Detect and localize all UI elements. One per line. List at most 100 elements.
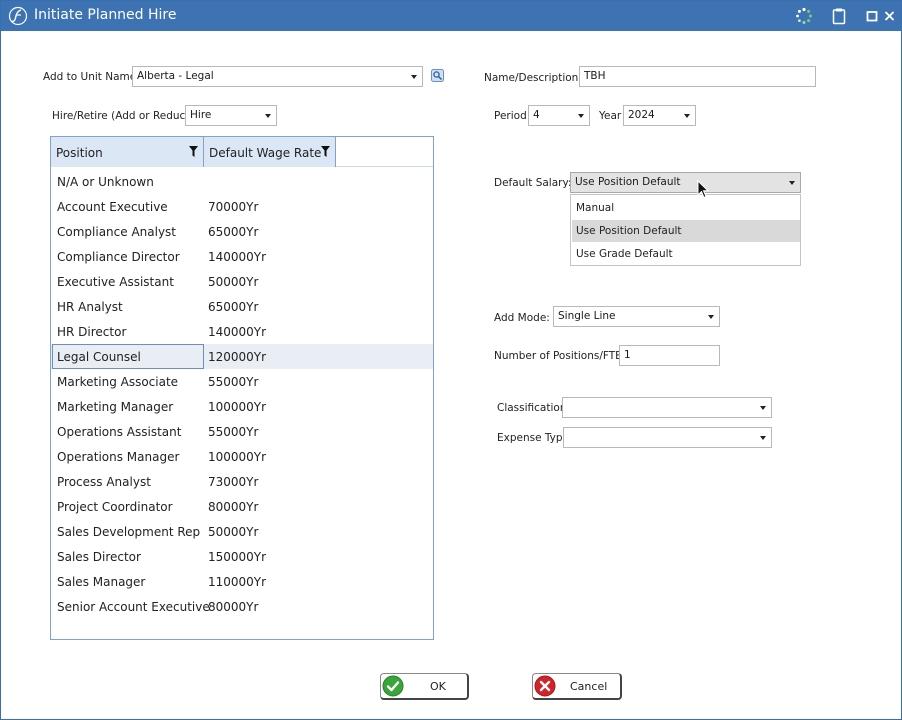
cell-position: Legal Counsel <box>57 350 141 364</box>
table-row[interactable]: Process Analyst 73000Yr <box>51 469 433 494</box>
column-header-position[interactable]: Position <box>51 137 204 167</box>
grid-header: Position Default Wage Rate <box>51 137 433 167</box>
table-row[interactable]: Operations Manager 100000Yr <box>51 444 433 469</box>
add-mode-label: Add Mode: <box>494 312 550 324</box>
chevron-down-icon <box>760 436 766 440</box>
name-description-label: Name/Description: <box>484 72 582 84</box>
add-mode-value: Single Line <box>558 310 616 322</box>
name-description-value: TBH <box>584 70 606 82</box>
cancel-button[interactable]: Cancel <box>532 673 622 700</box>
cell-position: Compliance Director <box>57 250 180 264</box>
cell-wage-rate: 140000Yr <box>208 325 267 339</box>
cell-wage-rate: 100000Yr <box>208 450 267 464</box>
table-row[interactable]: Executive Assistant 50000Yr <box>51 269 433 294</box>
classification-label: Classification <box>497 402 567 414</box>
dialog-window: Initiate Planned Hire Add to Unit Name A… <box>0 0 902 720</box>
position-grid: Position Default Wage Rate N/A or Unknow… <box>50 136 434 640</box>
cancel-button-label: Cancel <box>570 680 608 693</box>
cell-wage-rate: 120000Yr <box>208 350 267 364</box>
table-row[interactable]: Account Executive 70000Yr <box>51 194 433 219</box>
lookup-icon[interactable] <box>431 69 444 82</box>
period-label: Period <box>494 110 527 122</box>
app-logo-icon <box>8 6 28 26</box>
table-row[interactable]: Compliance Analyst 65000Yr <box>51 219 433 244</box>
table-row[interactable]: HR Director 140000Yr <box>51 319 433 344</box>
table-row[interactable]: Sales Manager 110000Yr <box>51 569 433 594</box>
checkmark-icon <box>382 675 404 697</box>
filter-icon[interactable] <box>189 146 198 157</box>
chevron-down-icon <box>578 114 584 118</box>
column-header-wage-rate[interactable]: Default Wage Rate <box>204 137 336 167</box>
chevron-down-icon <box>265 114 271 118</box>
year-value: 2024 <box>628 109 655 121</box>
table-row[interactable]: Project Coordinator 80000Yr <box>51 494 433 519</box>
chevron-down-icon <box>708 315 714 319</box>
cell-position: Process Analyst <box>57 475 151 489</box>
default-salary-value: Use Position Default <box>575 176 681 188</box>
name-description-input[interactable]: TBH <box>579 66 816 87</box>
classification-select[interactable] <box>562 397 772 418</box>
table-row[interactable]: Marketing Associate 55000Yr <box>51 369 433 394</box>
cell-wage-rate: 80000Yr <box>208 600 259 614</box>
table-row[interactable]: HR Analyst 65000Yr <box>51 294 433 319</box>
filter-icon[interactable] <box>321 146 330 157</box>
dropdown-option-position-default[interactable]: Use Position Default <box>572 220 800 242</box>
hire-retire-select[interactable]: Hire <box>185 105 277 126</box>
table-row[interactable]: Operations Assistant 55000Yr <box>51 419 433 444</box>
cell-wage-rate: 55000Yr <box>208 425 259 439</box>
column-header-wage-rate-label: Default Wage Rate <box>209 146 322 160</box>
add-mode-select[interactable]: Single Line <box>553 306 720 327</box>
cell-wage-rate: 140000Yr <box>208 250 267 264</box>
cell-position: HR Director <box>57 325 127 339</box>
clipboard-icon[interactable] <box>830 7 848 25</box>
expense-type-select[interactable] <box>563 427 772 448</box>
table-row[interactable]: Sales Director 150000Yr <box>51 544 433 569</box>
period-select[interactable]: 4 <box>528 105 590 126</box>
cell-position: Marketing Manager <box>57 400 174 414</box>
num-positions-label: Number of Positions/FTE: <box>494 350 626 362</box>
add-to-unit-value: Alberta - Legal <box>137 70 214 82</box>
cancel-x-icon <box>534 675 556 697</box>
cell-wage-rate: 50000Yr <box>208 525 259 539</box>
table-row[interactable]: Marketing Manager 100000Yr <box>51 394 433 419</box>
cell-position: Compliance Analyst <box>57 225 177 239</box>
default-salary-select[interactable]: Use Position Default <box>570 172 801 193</box>
ok-button[interactable]: OK <box>380 673 469 700</box>
cell-position: Sales Manager <box>57 575 146 589</box>
table-row[interactable]: Sales Development Rep 50000Yr <box>51 519 433 544</box>
num-positions-input[interactable]: 1 <box>619 345 720 366</box>
table-row[interactable]: Legal Counsel 120000Yr <box>51 344 433 369</box>
cell-position: Sales Director <box>57 550 141 564</box>
hire-retire-label: Hire/Retire (Add or Reduce) <box>52 110 196 122</box>
year-select[interactable]: 2024 <box>623 105 696 126</box>
window-title: Initiate Planned Hire <box>34 7 177 23</box>
cell-wage-rate: 50000Yr <box>208 275 259 289</box>
dropdown-option-grade-default[interactable]: Use Grade Default <box>572 243 800 265</box>
chevron-down-icon <box>684 114 690 118</box>
cell-position: Account Executive <box>57 200 168 214</box>
cell-position: Marketing Associate <box>57 375 179 389</box>
ok-button-label: OK <box>430 680 446 693</box>
chevron-down-icon <box>411 75 417 79</box>
table-row[interactable]: Senior Account Executive 80000Yr <box>51 594 433 619</box>
cell-wage-rate: 65000Yr <box>208 225 259 239</box>
close-icon[interactable] <box>881 7 899 25</box>
cell-wage-rate: 100000Yr <box>208 400 267 414</box>
cell-wage-rate: 70000Yr <box>208 200 259 214</box>
cell-wage-rate: 65000Yr <box>208 300 259 314</box>
table-row[interactable]: N/A or Unknown <box>51 169 433 194</box>
maximize-icon[interactable] <box>863 7 881 25</box>
default-salary-dropdown: Manual Use Position Default Use Grade De… <box>570 194 801 266</box>
cell-position: N/A or Unknown <box>57 175 154 189</box>
dropdown-option-manual[interactable]: Manual <box>572 197 800 219</box>
title-bar: Initiate Planned Hire <box>1 1 901 31</box>
add-to-unit-select[interactable]: Alberta - Legal <box>132 66 423 87</box>
chevron-down-icon <box>789 181 795 185</box>
table-row[interactable]: Compliance Director 140000Yr <box>51 244 433 269</box>
cell-position: Sales Development Rep <box>57 525 201 539</box>
num-positions-value: 1 <box>624 349 631 361</box>
cell-position: Operations Manager <box>57 450 180 464</box>
cell-wage-rate: 150000Yr <box>208 550 267 564</box>
chevron-down-icon <box>760 406 766 410</box>
loading-spinner-icon <box>796 7 812 24</box>
